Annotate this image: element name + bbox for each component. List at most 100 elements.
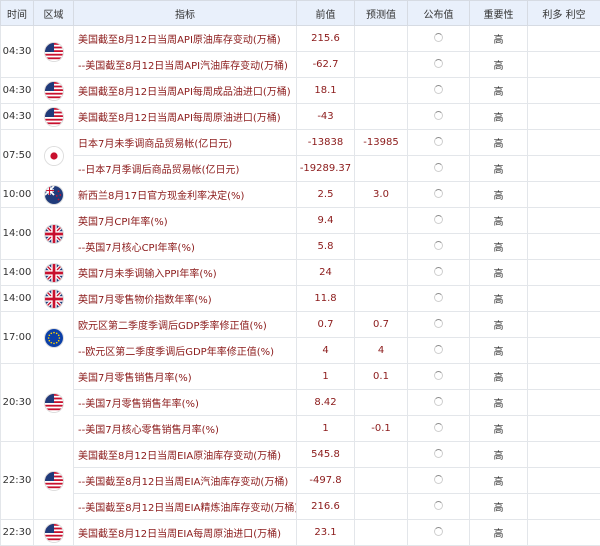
impact-cell (528, 182, 600, 208)
published-value (408, 130, 470, 156)
eu-flag-icon (45, 329, 63, 347)
indicator-name[interactable]: --欧元区第二季度季调后GDP年率修正值(%) (74, 338, 297, 364)
impact-cell (528, 78, 600, 104)
indicator-name[interactable]: 美国截至8月12日当周EIA每周原油进口(万桶) (74, 520, 297, 546)
importance-level: 高 (470, 468, 528, 494)
previous-value: 1 (297, 364, 355, 390)
us-flag-icon (45, 524, 63, 542)
event-region (34, 520, 74, 546)
japan-flag-icon (45, 147, 63, 165)
indicator-name[interactable]: --美国截至8月12日当周EIA汽油库存变动(万桶) (74, 468, 297, 494)
forecast-value: -0.1 (355, 416, 408, 442)
previous-value: 5.8 (297, 234, 355, 260)
header-impact: 利多 利空 (528, 1, 600, 26)
loading-spinner-icon (434, 449, 443, 458)
indicator-name[interactable]: 美国截至8月12日当周API每周成品油进口(万桶) (74, 78, 297, 104)
importance-level: 高 (470, 182, 528, 208)
previous-value: 9.4 (297, 208, 355, 234)
impact-cell (528, 364, 600, 390)
loading-spinner-icon (434, 423, 443, 432)
indicator-name[interactable]: --日本7月季调后商品贸易帐(亿日元) (74, 156, 297, 182)
table-row: 17:00欧元区第二季度季调后GDP季率修正值(%)0.70.7高 (1, 312, 600, 338)
table-row: 10:00新西兰8月17日官方现金利率决定(%)2.53.0高 (1, 182, 600, 208)
indicator-name[interactable]: 美国截至8月12日当周API原油库存变动(万桶) (74, 26, 297, 52)
previous-value: 18.1 (297, 78, 355, 104)
table-row: --欧元区第二季度季调后GDP年率修正值(%)44高 (1, 338, 600, 364)
forecast-value: -13985 (355, 130, 408, 156)
table-row: 04:30美国截至8月12日当周API原油库存变动(万桶)215.6高 (1, 26, 600, 52)
importance-level: 高 (470, 312, 528, 338)
table-row: 04:30美国截至8月12日当周API每周原油进口(万桶)-43高 (1, 104, 600, 130)
loading-spinner-icon (434, 371, 443, 380)
previous-value: 216.6 (297, 494, 355, 520)
loading-spinner-icon (434, 475, 443, 484)
event-region (34, 208, 74, 260)
economic-calendar-table: 时间 区域 指标 前值 预测值 公布值 重要性 利多 利空 04:30美国截至8… (0, 0, 600, 546)
indicator-name[interactable]: 欧元区第二季度季调后GDP季率修正值(%) (74, 312, 297, 338)
published-value (408, 104, 470, 130)
impact-cell (528, 312, 600, 338)
impact-cell (528, 208, 600, 234)
loading-spinner-icon (434, 33, 443, 42)
indicator-name[interactable]: --美国截至8月12日当周API汽油库存变动(万桶) (74, 52, 297, 78)
forecast-value (355, 260, 408, 286)
event-region (34, 286, 74, 312)
published-value (408, 156, 470, 182)
previous-value: 23.1 (297, 520, 355, 546)
event-region (34, 312, 74, 364)
importance-level: 高 (470, 26, 528, 52)
header-indicator: 指标 (74, 1, 297, 26)
uk-flag-icon (45, 290, 63, 308)
indicator-name[interactable]: --美国截至8月12日当周EIA精炼油库存变动(万桶) (74, 494, 297, 520)
importance-level: 高 (470, 390, 528, 416)
importance-level: 高 (470, 260, 528, 286)
impact-cell (528, 338, 600, 364)
indicator-name[interactable]: 日本7月未季调商品贸易帐(亿日元) (74, 130, 297, 156)
forecast-value (355, 78, 408, 104)
event-region (34, 104, 74, 130)
importance-level: 高 (470, 338, 528, 364)
published-value (408, 416, 470, 442)
us-flag-icon (45, 108, 63, 126)
indicator-name[interactable]: --美国7月零售销售年率(%) (74, 390, 297, 416)
indicator-name[interactable]: 英国7月未季调输入PPI年率(%) (74, 260, 297, 286)
us-flag-icon (45, 43, 63, 61)
header-forecast: 预测值 (355, 1, 408, 26)
impact-cell (528, 442, 600, 468)
event-time: 17:00 (1, 312, 34, 364)
table-row: --美国7月零售销售年率(%)8.42高 (1, 390, 600, 416)
event-time: 04:30 (1, 26, 34, 78)
loading-spinner-icon (434, 397, 443, 406)
loading-spinner-icon (434, 215, 443, 224)
indicator-name[interactable]: --美国7月核心零售销售月率(%) (74, 416, 297, 442)
forecast-value (355, 442, 408, 468)
event-time: 14:00 (1, 260, 34, 286)
indicator-name[interactable]: 英国7月CPI年率(%) (74, 208, 297, 234)
event-time: 04:30 (1, 78, 34, 104)
indicator-name[interactable]: --英国7月核心CPI年率(%) (74, 234, 297, 260)
forecast-value (355, 208, 408, 234)
table-row: --日本7月季调后商品贸易帐(亿日元)-19289.37高 (1, 156, 600, 182)
published-value (408, 494, 470, 520)
indicator-name[interactable]: 美国7月零售销售月率(%) (74, 364, 297, 390)
indicator-name[interactable]: 英国7月零售物价指数年率(%) (74, 286, 297, 312)
published-value (408, 52, 470, 78)
forecast-value: 0.1 (355, 364, 408, 390)
loading-spinner-icon (434, 527, 443, 536)
loading-spinner-icon (434, 137, 443, 146)
table-row: 14:00 英国7月未季调输入PPI年率(%)24 高 (1, 260, 600, 286)
published-value (408, 26, 470, 52)
loading-spinner-icon (434, 319, 443, 328)
indicator-name[interactable]: 美国截至8月12日当周EIA原油库存变动(万桶) (74, 442, 297, 468)
loading-spinner-icon (434, 267, 443, 276)
indicator-name[interactable]: 新西兰8月17日官方现金利率决定(%) (74, 182, 297, 208)
loading-spinner-icon (434, 59, 443, 68)
importance-level: 高 (470, 130, 528, 156)
forecast-value (355, 520, 408, 546)
forecast-value (355, 26, 408, 52)
previous-value: 24 (297, 260, 355, 286)
table-row: 20:30美国7月零售销售月率(%)10.1高 (1, 364, 600, 390)
uk-flag-icon (45, 264, 63, 282)
previous-value: 215.6 (297, 26, 355, 52)
indicator-name[interactable]: 美国截至8月12日当周API每周原油进口(万桶) (74, 104, 297, 130)
